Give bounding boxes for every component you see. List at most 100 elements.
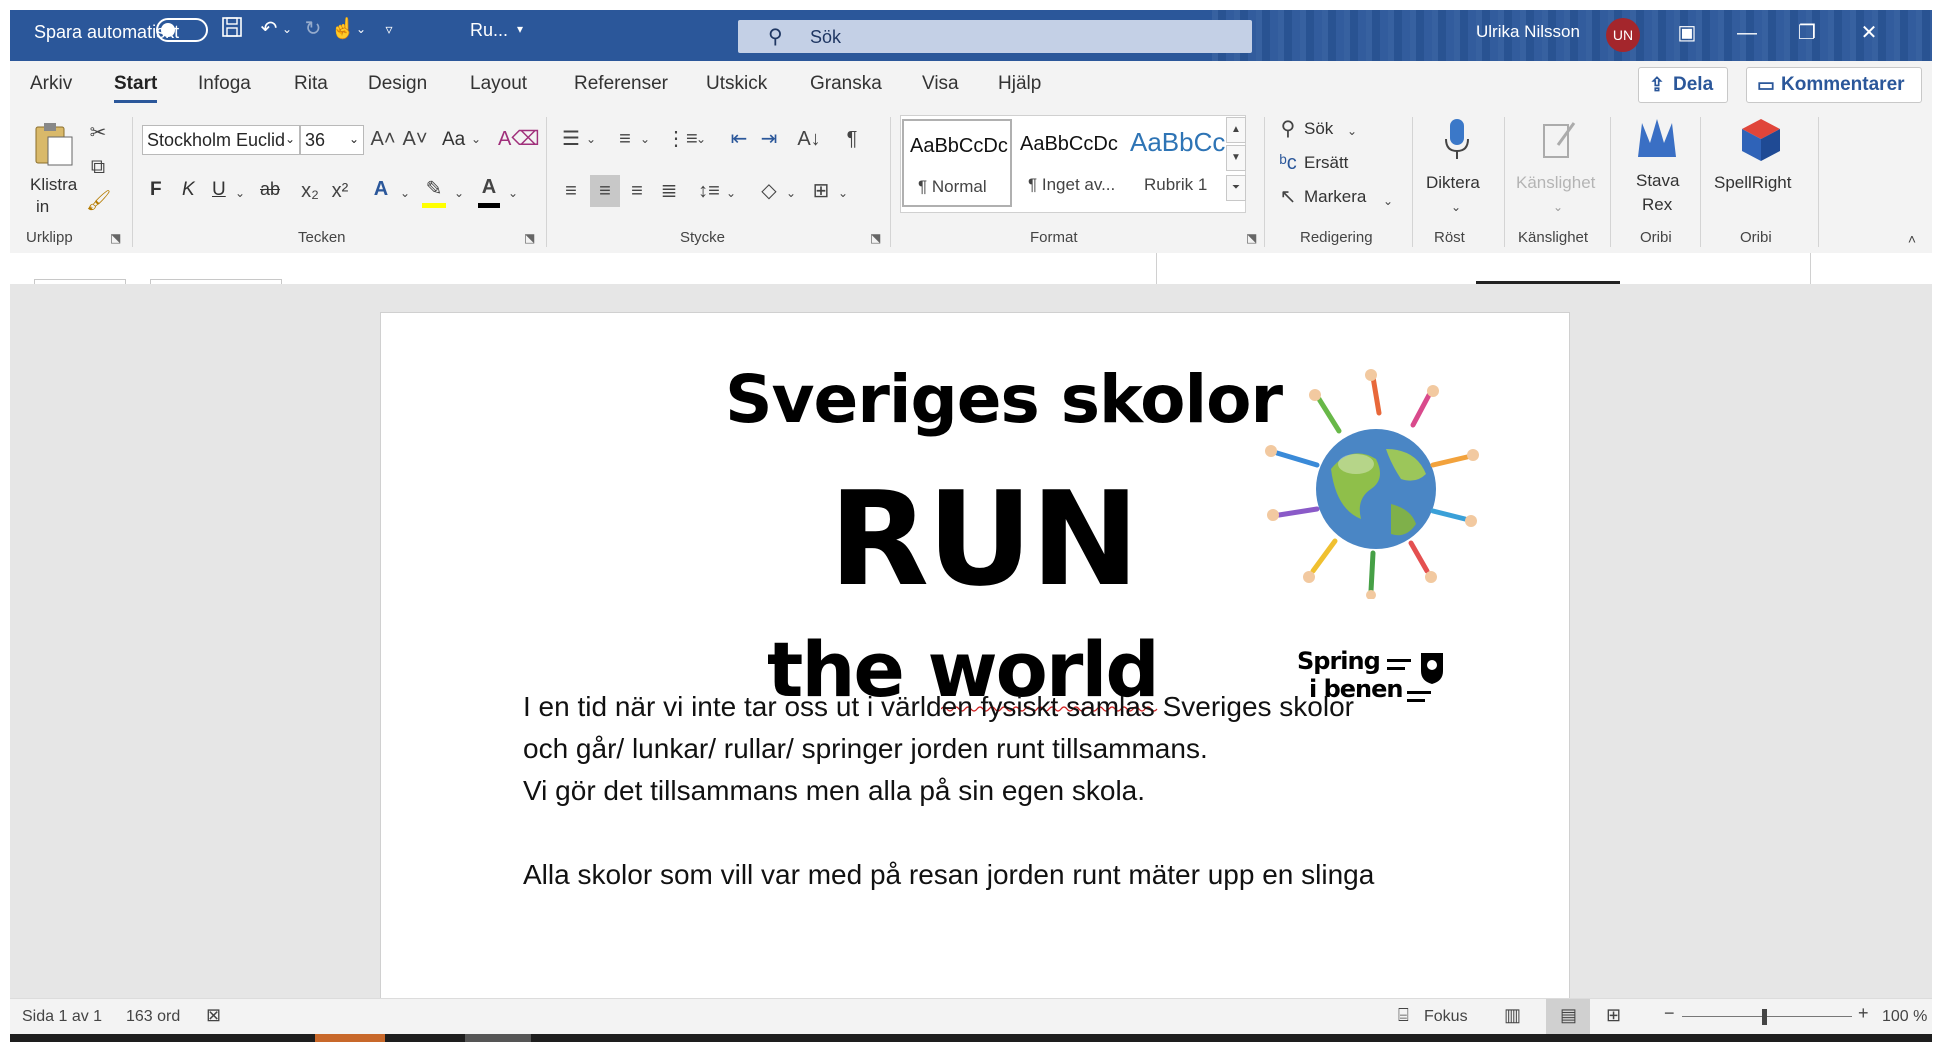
word-count[interactable]: 163 ord [126,1008,180,1026]
shrink-font-icon[interactable]: A˅ [402,127,428,151]
undo-dropdown-icon[interactable]: ⌄ [280,14,294,44]
font-color-icon[interactable]: A [476,175,502,199]
focus-icon[interactable]: ⌸ [1398,1005,1409,1026]
line-spacing-icon[interactable]: ↕≡ [696,179,722,203]
document-name[interactable]: Ru... [470,20,508,41]
chevron-down-icon[interactable]: ⌄ [584,127,598,151]
avatar[interactable]: UN [1606,18,1640,52]
italic-button[interactable]: K [182,179,195,201]
subscript-icon[interactable]: x₂ [298,179,322,203]
taskbar-app[interactable] [315,1034,385,1042]
strikethrough-button[interactable]: ab [260,179,280,200]
minimize-icon[interactable]: — [1732,18,1762,48]
styles-dialog-icon[interactable]: ⬔ [1246,231,1257,245]
zoom-in-icon[interactable]: + [1858,1003,1869,1024]
select-icon[interactable]: ↖ [1276,185,1300,209]
change-case-button[interactable]: Aa [442,129,465,151]
sensitivity-button[interactable]: Känslighet ⌄ [1512,113,1604,225]
tab-start[interactable]: Start [114,73,158,103]
customize-toolbar-icon[interactable]: ▿ [378,14,400,44]
document-page[interactable]: Sveriges skolor RUN the world Spring i b… [380,312,1570,1032]
paste-button[interactable]: Klistra in [24,115,84,219]
redo-icon[interactable]: ↻ [300,14,326,44]
align-right-icon[interactable]: ≡ [624,179,650,203]
align-left-icon[interactable]: ≡ [558,179,584,203]
zoom-level[interactable]: 100 % [1882,1008,1927,1026]
undo-icon[interactable]: ↶ [256,14,282,44]
web-layout-icon[interactable]: ⊞ [1606,1005,1621,1026]
multilevel-list-icon[interactable]: ⋮≡ [666,127,698,151]
styles-scroll-down-icon[interactable]: ▼ [1226,145,1246,171]
restore-icon[interactable]: ❐ [1792,18,1822,48]
focus-button[interactable]: Fokus [1424,1008,1468,1026]
touch-dropdown-icon[interactable]: ⌄ [354,14,368,44]
search-box[interactable]: ⚲ Sök [738,20,1252,53]
zoom-slider-thumb[interactable] [1762,1009,1767,1025]
justify-icon[interactable]: ≣ [656,179,682,203]
save-icon[interactable] [218,16,246,47]
grow-font-icon[interactable]: A˄ [370,127,396,151]
tab-design[interactable]: Design [368,73,427,95]
styles-more-icon[interactable]: ⏷ [1226,175,1246,201]
tab-hjalp[interactable]: Hjälp [998,73,1041,95]
font-dialog-icon[interactable]: ⬔ [524,231,535,245]
borders-icon[interactable]: ⊞ [808,179,834,203]
replace-button[interactable]: Ersätt [1304,153,1348,173]
chevron-down-icon[interactable]: ⌄ [1380,189,1396,213]
format-painter-icon[interactable]: 🖌 [86,189,111,213]
tab-rita[interactable]: Rita [294,73,328,95]
align-center-icon[interactable]: ≡ [590,175,620,207]
font-name-combo[interactable]: Stockholm Euclid ⌄ [142,125,300,155]
share-button[interactable]: ⇪ Dela [1638,67,1728,103]
chevron-down-icon[interactable]: ⌄ [638,127,652,151]
autosave-toggle[interactable] [156,18,208,42]
numbering-icon[interactable]: ≡ [612,127,638,151]
superscript-icon[interactable]: x² [328,179,352,203]
touch-mode-icon[interactable]: ☝ [330,14,356,44]
tab-layout[interactable]: Layout [470,73,527,95]
read-mode-icon[interactable]: ▥ [1504,1005,1521,1026]
ribbon-display-icon[interactable]: ▣ [1672,18,1702,48]
zoom-slider-track[interactable] [1682,1016,1852,1017]
tab-visa[interactable]: Visa [922,73,959,95]
chevron-down-icon[interactable]: ⌄ [836,181,850,205]
replace-icon[interactable]: ᵇc [1276,151,1300,175]
close-icon[interactable]: ✕ [1854,18,1884,48]
clipboard-dialog-icon[interactable]: ⬔ [110,231,121,245]
chevron-down-icon[interactable]: ⌄ [1344,119,1360,143]
chevron-down-icon[interactable]: ⌄ [452,181,466,205]
chevron-down-icon[interactable]: ⌄ [724,181,738,205]
decrease-indent-icon[interactable]: ⇤ [726,127,752,151]
chevron-down-icon[interactable]: ⌄ [506,181,520,205]
doc-name-dropdown-icon[interactable]: ▾ [510,14,530,44]
sort-icon[interactable]: A↓ [796,127,822,151]
highlight-color-icon[interactable]: ✎ [420,177,448,201]
shading-icon[interactable]: ◇ [756,179,782,203]
tab-referenser[interactable]: Referenser [574,73,668,95]
taskbar-app[interactable] [465,1034,531,1042]
chevron-down-icon[interactable]: ⌄ [784,181,798,205]
spellright-button[interactable]: SpellRight [1708,113,1812,225]
style-no-spacing[interactable]: AaBbCcDc ¶ Inget av... [1014,119,1124,207]
chevron-down-icon[interactable]: ⌄ [694,127,708,151]
bullets-icon[interactable]: ☰ [558,127,584,151]
dictate-button[interactable]: Diktera ⌄ [1424,113,1490,225]
tab-infoga[interactable]: Infoga [198,73,251,95]
cut-icon[interactable]: ✂ [86,121,110,145]
text-effects-icon[interactable]: A [368,177,394,201]
print-layout-button[interactable]: ▤ [1546,999,1590,1035]
select-button[interactable]: Markera [1304,187,1366,207]
clear-formatting-icon[interactable]: A⌫ [498,127,540,151]
font-size-combo[interactable]: 36 ⌄ [300,125,364,155]
zoom-out-icon[interactable]: − [1664,1003,1675,1024]
find-icon[interactable]: ⚲ [1276,117,1300,141]
user-name[interactable]: Ulrika Nilsson [1476,22,1580,42]
style-normal[interactable]: AaBbCcDc ¶ Normal [902,119,1012,207]
tab-utskick[interactable]: Utskick [706,73,767,95]
show-formatting-icon[interactable]: ¶ [840,127,864,151]
stava-rex-button[interactable]: Stava Rex [1620,113,1694,225]
chevron-down-icon[interactable]: ⌄ [468,127,484,151]
styles-scroll-up-icon[interactable]: ▲ [1226,117,1246,143]
chevron-down-icon[interactable]: ⌄ [232,181,248,205]
tab-granska[interactable]: Granska [810,73,882,95]
